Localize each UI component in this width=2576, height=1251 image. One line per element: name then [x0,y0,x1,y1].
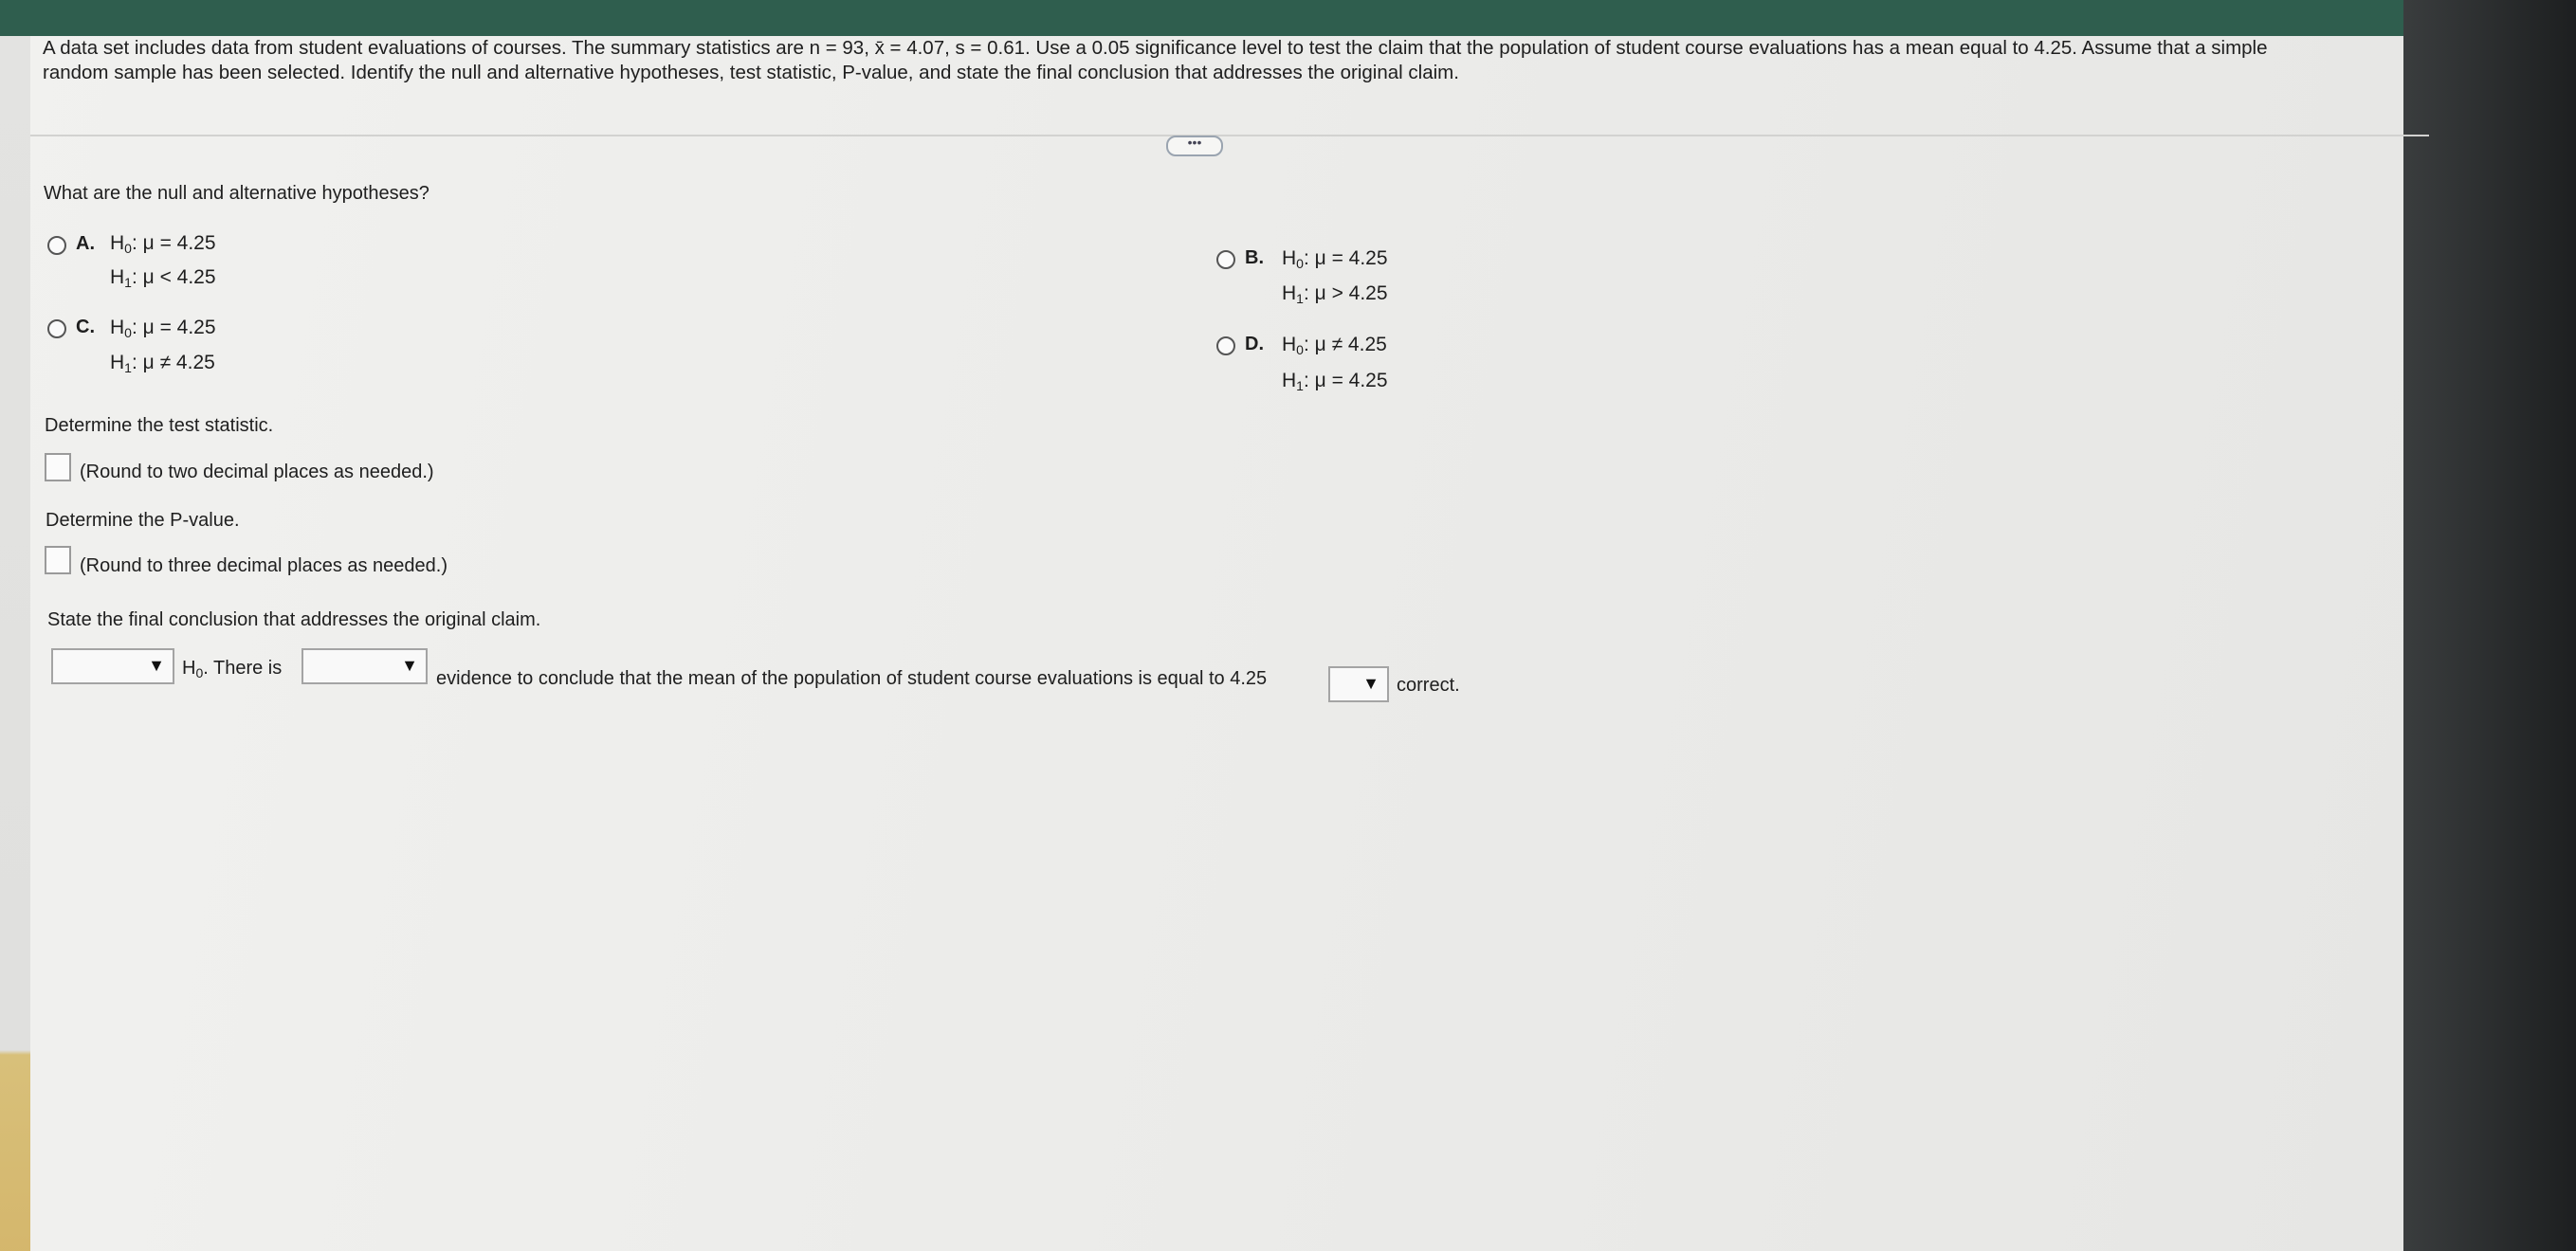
option-c-h0: H0: μ = 4.25 [110,317,216,340]
expand-more-button[interactable]: ••• [1166,136,1223,156]
option-d-h1: H1: μ = 4.25 [1282,370,1388,393]
chevron-down-icon: ▼ [401,656,418,675]
option-b-h0: H0: μ = 4.25 [1282,247,1388,271]
option-c-letter: C. [76,317,95,337]
chevron-down-icon: ▼ [148,656,165,675]
claim-dropdown[interactable]: ▼ [1328,666,1389,702]
option-d-letter: D. [1245,334,1264,354]
test-statistic-hint: (Round to two decimal places as needed.) [80,462,434,482]
option-a-radio[interactable] [47,236,66,255]
option-a-h1: H1: μ < 4.25 [110,266,216,290]
option-c-radio[interactable] [47,319,66,338]
option-b-radio[interactable] [1216,250,1235,269]
test-statistic-input[interactable] [45,453,71,481]
option-a-letter: A. [76,233,95,254]
option-b-letter: B. [1245,247,1264,268]
test-statistic-prompt: Determine the test statistic. [45,415,274,436]
option-a-h0: H0: μ = 4.25 [110,232,216,256]
divider [30,135,2429,136]
p-value-prompt: Determine the P-value. [46,510,240,531]
question-panel [0,36,2422,1251]
problem-line-1: A data set includes data from student ev… [43,37,2268,59]
reject-decision-dropdown[interactable]: ▼ [51,648,174,684]
problem-line-2: random sample has been selected. Identif… [43,62,1459,83]
conclusion-prompt: State the final conclusion that addresse… [47,609,541,630]
option-c-h1: H1: μ ≠ 4.25 [110,352,215,375]
evidence-dropdown[interactable]: ▼ [301,648,428,684]
p-value-hint: (Round to three decimal places as needed… [80,555,448,576]
hypotheses-prompt: What are the null and alternative hypoth… [44,183,429,204]
p-value-input[interactable] [45,546,71,574]
chevron-down-icon: ▼ [1362,674,1379,693]
problem-statement: A data set includes data from student ev… [43,36,2413,85]
top-bar [0,0,2576,36]
option-b-h1: H1: μ > 4.25 [1282,282,1388,306]
conclusion-text-h0: H0. There is [182,658,283,680]
left-edge-strip [0,36,30,1251]
option-d-h0: H0: μ ≠ 4.25 [1282,334,1387,357]
conclusion-text-middle: evidence to conclude that the mean of th… [436,668,1268,689]
option-d-radio[interactable] [1216,336,1235,355]
conclusion-text-end: correct. [1397,675,1460,696]
right-bezel [2403,0,2576,1251]
